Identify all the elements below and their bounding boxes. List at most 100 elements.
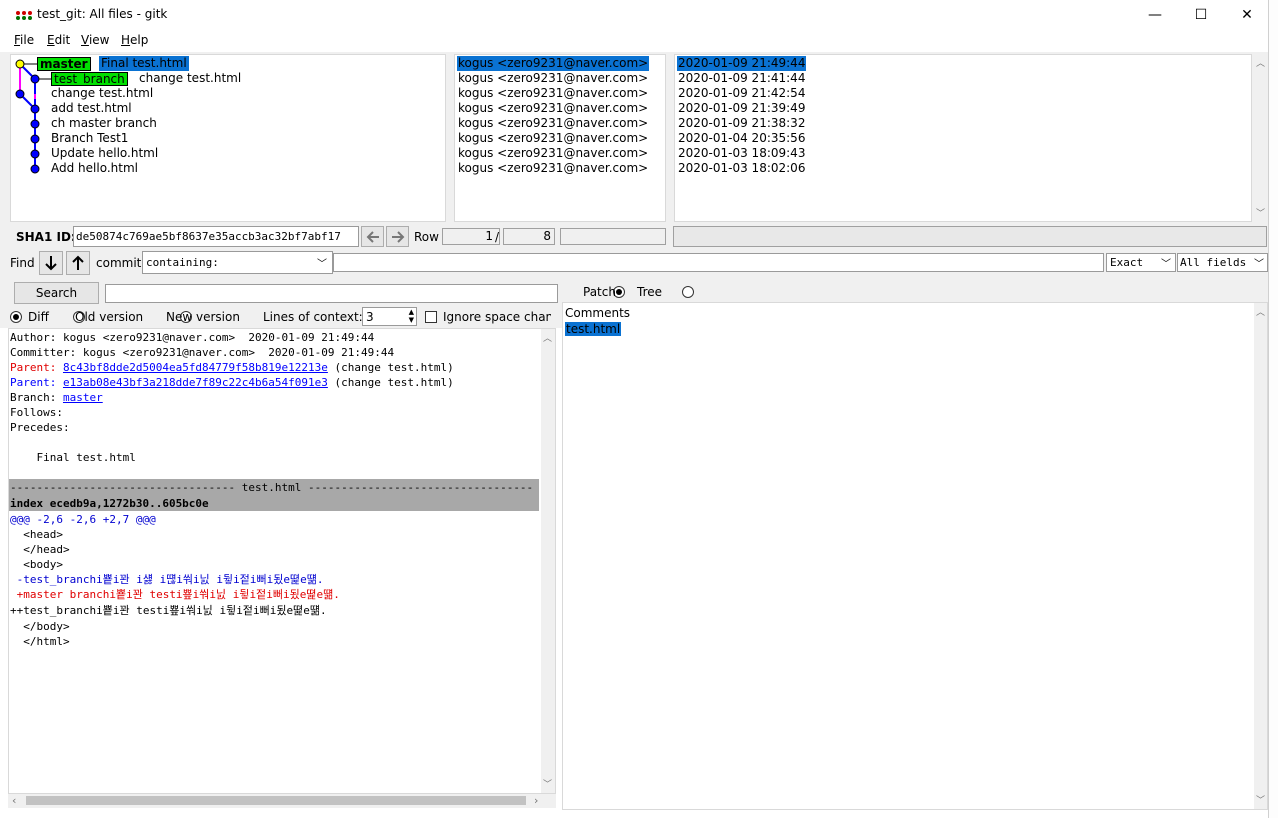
commit-date[interactable]: 2020-01-04 20:35:56 bbox=[678, 131, 805, 146]
find-prev-button[interactable] bbox=[66, 251, 90, 275]
status-field bbox=[673, 226, 1267, 247]
scroll-down-icon[interactable]: ﹀ bbox=[1256, 206, 1265, 219]
commit-author[interactable]: kogus <zero9231@naver.com> bbox=[458, 161, 648, 176]
diff-line: </body> bbox=[10, 620, 70, 633]
scroll-down-icon[interactable]: ﹀ bbox=[1256, 793, 1265, 806]
right-arrow-icon bbox=[391, 230, 404, 243]
commit-date-pane[interactable]: 2020-01-09 21:49:44 2020-01-09 21:41:44 … bbox=[674, 54, 1252, 222]
up-arrow-icon bbox=[72, 255, 84, 270]
commit-date[interactable]: 2020-01-09 21:39:49 bbox=[678, 101, 805, 116]
chevron-down-icon: ﹀ bbox=[317, 259, 327, 270]
search-input[interactable] bbox=[105, 284, 558, 303]
commit-graph bbox=[15, 59, 51, 174]
ignore-space-label: Ignore space chang bbox=[443, 310, 551, 324]
commit-date[interactable]: 2020-01-09 21:42:54 bbox=[678, 86, 805, 101]
back-arrow-button[interactable] bbox=[361, 226, 384, 247]
parent-sha-link[interactable]: e13ab08e43bf3a218dde7f89c22c4b6a54f091e3 bbox=[63, 376, 328, 389]
find-fields-select[interactable]: All fields ﹀ bbox=[1177, 253, 1268, 272]
file-header: ---------------------------------- test.… bbox=[10, 481, 534, 494]
committer-line: Committer: kogus <zero9231@naver.com> 20… bbox=[10, 346, 395, 359]
search-button[interactable]: Search bbox=[14, 282, 99, 304]
commit-message[interactable]: Branch Test1 bbox=[51, 131, 128, 146]
commit-author-pane[interactable]: kogus <zero9231@naver.com> kogus <zero92… bbox=[454, 54, 666, 222]
parent-label: Parent: bbox=[10, 376, 63, 389]
commit-message[interactable]: Add hello.html bbox=[51, 161, 138, 176]
commit-date[interactable]: 2020-01-03 18:02:06 bbox=[678, 161, 805, 176]
diff-line: </html> bbox=[10, 635, 70, 648]
scroll-right-icon[interactable]: › bbox=[534, 794, 538, 807]
commit-message[interactable]: Final test.html bbox=[99, 56, 189, 71]
commit-author[interactable]: kogus <zero9231@naver.com> bbox=[458, 71, 648, 86]
close-button[interactable]: ✕ bbox=[1224, 0, 1270, 30]
patch-label: Patch bbox=[583, 285, 616, 299]
scroll-up-icon[interactable]: ︿ bbox=[1256, 56, 1265, 69]
file-entry[interactable]: test.html bbox=[565, 322, 622, 336]
scrollbar-thumb[interactable] bbox=[26, 796, 526, 805]
find-mode-select[interactable]: containing: ﹀ bbox=[142, 251, 333, 274]
menu-help-accel: H bbox=[121, 33, 131, 47]
commit-label: commit bbox=[96, 256, 142, 270]
commit-message[interactable]: Update hello.html bbox=[51, 146, 158, 161]
diff-line: <head> bbox=[10, 528, 63, 541]
scroll-left-icon[interactable]: ‹ bbox=[12, 794, 16, 807]
commit-date[interactable]: 2020-01-09 21:49:44 bbox=[677, 56, 807, 71]
context-lines-spinbox[interactable]: 3 ▲ ▼ bbox=[362, 307, 417, 326]
find-input[interactable] bbox=[333, 253, 1104, 272]
find-next-button[interactable] bbox=[39, 251, 63, 275]
commit-message[interactable]: ch master branch bbox=[51, 116, 157, 131]
commit-message[interactable]: add test.html bbox=[51, 101, 132, 116]
commit-author[interactable]: kogus <zero9231@naver.com> bbox=[457, 56, 650, 71]
menu-view[interactable]: View bbox=[81, 33, 109, 47]
commit-graph-pane[interactable]: master Final test.html test_branch chang… bbox=[10, 54, 446, 222]
row-label: Row bbox=[414, 230, 439, 244]
window-edge bbox=[1268, 0, 1278, 818]
commit-message[interactable]: change test.html bbox=[51, 86, 153, 101]
comments-entry[interactable]: Comments bbox=[565, 306, 630, 320]
commit-author[interactable]: kogus <zero9231@naver.com> bbox=[458, 101, 648, 116]
scroll-up-icon[interactable]: ︿ bbox=[1256, 305, 1265, 318]
branch-tag-test-branch[interactable]: test_branch bbox=[51, 72, 128, 86]
diff-vertical-scrollbar[interactable]: ︿ ﹀ bbox=[541, 329, 555, 793]
match-type-select[interactable]: Exact ﹀ bbox=[1106, 253, 1176, 272]
maximize-button[interactable]: ☐ bbox=[1178, 0, 1224, 30]
menu-edit[interactable]: Edit bbox=[47, 33, 70, 47]
menu-edit-accel: E bbox=[47, 33, 55, 47]
commit-list-scrollbar[interactable]: ︿ ﹀ bbox=[1253, 54, 1267, 222]
commit-message[interactable]: change test.html bbox=[139, 71, 241, 86]
find-label: Find bbox=[10, 256, 35, 270]
file-list-scrollbar[interactable]: ︿ ﹀ bbox=[1254, 303, 1267, 809]
old-version-label: Old version bbox=[75, 310, 144, 324]
scroll-down-icon[interactable]: ﹀ bbox=[543, 777, 552, 790]
sha-input[interactable]: de50874c769ae5bf8637e35accb3ac32bf7abf17 bbox=[73, 226, 359, 247]
commit-author[interactable]: kogus <zero9231@naver.com> bbox=[458, 116, 648, 131]
commit-date[interactable]: 2020-01-03 18:09:43 bbox=[678, 146, 805, 161]
forward-arrow-button[interactable] bbox=[386, 226, 409, 247]
commit-author[interactable]: kogus <zero9231@naver.com> bbox=[458, 86, 648, 101]
branch-link[interactable]: master bbox=[63, 391, 103, 404]
diff-horizontal-scrollbar[interactable]: ‹ › bbox=[8, 794, 556, 808]
row-total: 8 bbox=[503, 228, 555, 245]
scroll-up-icon[interactable]: ︿ bbox=[543, 331, 552, 344]
branch-label: Branch: bbox=[10, 391, 63, 404]
menu-file[interactable]: File bbox=[14, 33, 34, 47]
file-list-pane[interactable] bbox=[562, 302, 1268, 810]
ignore-space-checkbox[interactable] bbox=[425, 311, 437, 323]
menu-view-accel: V bbox=[81, 33, 89, 47]
parent-sha-link[interactable]: 8c43bf8dde2d5004ea5fd84779f58b819e12213e bbox=[63, 361, 328, 374]
commit-date[interactable]: 2020-01-09 21:38:32 bbox=[678, 116, 805, 131]
precedes-line: Precedes: bbox=[10, 421, 70, 434]
commit-date[interactable]: 2020-01-09 21:41:44 bbox=[678, 71, 805, 86]
menu-help-label: elp bbox=[130, 33, 149, 47]
menu-view-label: iew bbox=[88, 33, 110, 47]
sha-label: SHA1 ID: bbox=[16, 230, 76, 244]
progress-field bbox=[560, 228, 666, 245]
minimize-button[interactable]: — bbox=[1132, 0, 1178, 30]
commit-author[interactable]: kogus <zero9231@naver.com> bbox=[458, 146, 648, 161]
spin-arrows-icon[interactable]: ▲ ▼ bbox=[409, 308, 414, 324]
menu-help[interactable]: Help bbox=[121, 33, 148, 47]
commit-author[interactable]: kogus <zero9231@naver.com> bbox=[458, 131, 648, 146]
branch-tag-master[interactable]: master bbox=[37, 57, 91, 71]
context-lines-value: 3 bbox=[366, 310, 374, 324]
diff-radio-label: Diff bbox=[28, 310, 49, 324]
diff-radio[interactable] bbox=[10, 311, 22, 323]
